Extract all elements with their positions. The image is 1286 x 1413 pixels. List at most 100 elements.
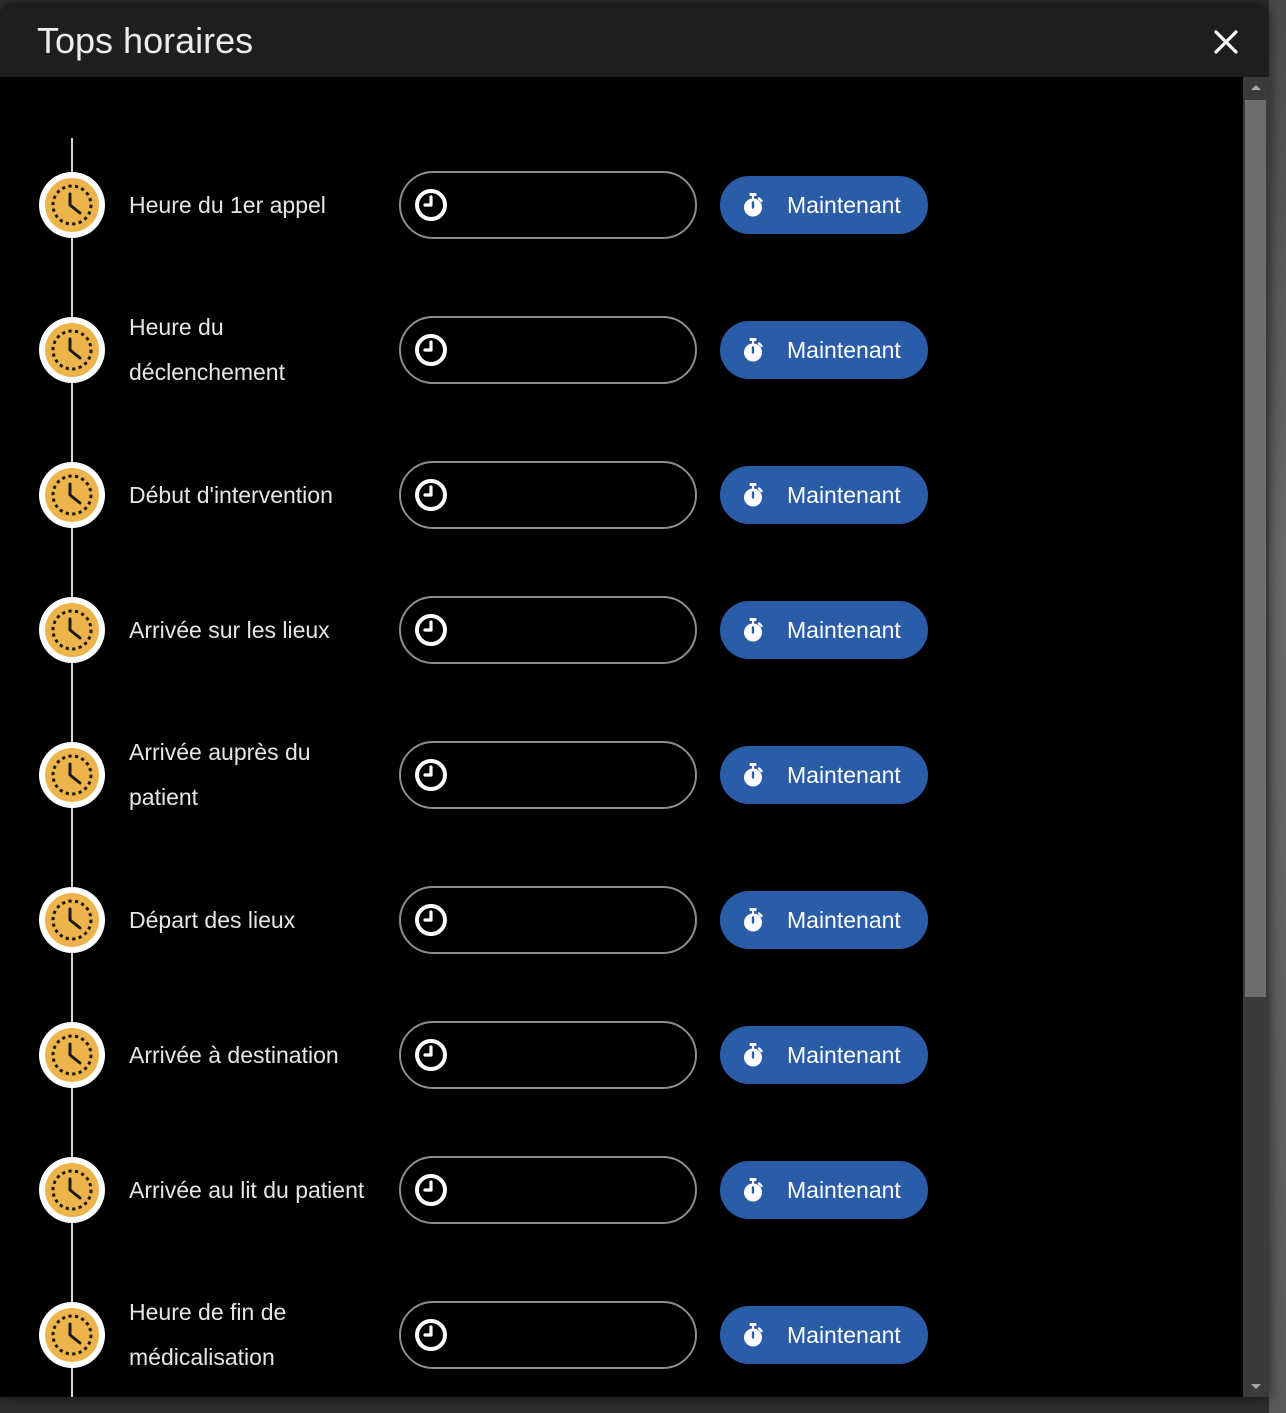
now-button-label: Maintenant	[787, 191, 901, 218]
timeline-clock-icon	[39, 887, 105, 953]
time-step-label: Heure du 1er appel	[129, 191, 326, 218]
timeline-clock-icon	[39, 1157, 105, 1223]
dialog-title: Tops horaires	[37, 20, 254, 61]
clock-icon-graphic	[415, 1039, 447, 1071]
clock-icon-graphic	[415, 479, 447, 511]
clock-icon	[39, 887, 105, 953]
time-step-row: Heure de fin de médicalisation Maintenant	[0, 1258, 1240, 1397]
clock-icon[interactable]	[414, 613, 448, 647]
time-input[interactable]	[461, 463, 671, 527]
time-input-field[interactable]	[399, 886, 697, 954]
clock-icon[interactable]	[414, 478, 448, 512]
timeline-clock-icon	[39, 462, 105, 528]
time-step-row: Arrivée sur les lieux Maintenant	[0, 563, 1240, 698]
clock-icon[interactable]	[414, 903, 448, 937]
now-button-label: Maintenant	[787, 906, 901, 933]
time-input-field[interactable]	[399, 461, 697, 529]
clock-icon	[39, 1157, 105, 1223]
stopwatch-icon	[742, 763, 764, 787]
time-step-label: Début d'intervention	[129, 481, 333, 508]
time-step-label: Arrivée au lit du patient	[129, 1176, 365, 1203]
time-input-field[interactable]	[399, 596, 697, 664]
time-step-row: Heure du 1er appel Maintenant	[0, 138, 1240, 273]
time-input[interactable]	[461, 1303, 671, 1367]
now-button[interactable]: Maintenant	[720, 746, 928, 804]
stopwatch-icon-graphic	[744, 193, 763, 217]
time-input-field[interactable]	[399, 171, 697, 239]
stopwatch-icon-graphic	[744, 483, 763, 507]
timeline-clock-icon	[39, 317, 105, 383]
time-input-field[interactable]	[399, 316, 697, 384]
now-button[interactable]: Maintenant	[720, 466, 928, 524]
time-input[interactable]	[461, 598, 671, 662]
clock-icon	[39, 597, 105, 663]
stopwatch-icon-graphic	[744, 338, 763, 362]
stopwatch-icon-graphic	[744, 763, 763, 787]
scroll-up-arrow[interactable]	[1243, 77, 1269, 99]
clock-icon[interactable]	[414, 1038, 448, 1072]
clock-icon	[39, 172, 105, 238]
scrollbar-thumb[interactable]	[1245, 100, 1266, 997]
time-step-row: Départ des lieux Maintenant	[0, 853, 1240, 988]
vertical-scrollbar[interactable]	[1243, 77, 1269, 1397]
time-step-row: Arrivée au lit du patient Maintenant	[0, 1123, 1240, 1258]
clock-icon[interactable]	[414, 188, 448, 222]
stopwatch-icon-graphic	[744, 618, 763, 642]
stopwatch-icon	[742, 483, 764, 507]
stopwatch-icon-graphic	[744, 908, 763, 932]
time-step-row: Arrivée à destination Maintenant	[0, 988, 1240, 1123]
time-input[interactable]	[461, 318, 671, 382]
clock-icon-graphic	[415, 759, 447, 791]
stopwatch-icon	[742, 338, 764, 362]
clock-icon-graphic	[415, 189, 447, 221]
time-step-label: Départ des lieux	[129, 906, 296, 933]
now-button[interactable]: Maintenant	[720, 1306, 928, 1364]
now-button[interactable]: Maintenant	[720, 1026, 928, 1084]
time-step-label: Arrivée auprès du patient	[129, 739, 311, 810]
timeline-clock-icon	[39, 742, 105, 808]
time-step-row: Début d'intervention Maintenant	[0, 428, 1240, 563]
scroll-down-arrow[interactable]	[1243, 1375, 1269, 1397]
clock-icon	[39, 1302, 105, 1368]
page-backdrop	[1269, 0, 1286, 1413]
now-button-label: Maintenant	[787, 1041, 901, 1068]
stopwatch-icon	[742, 1178, 764, 1202]
clock-icon	[39, 317, 105, 383]
now-button[interactable]: Maintenant	[720, 601, 928, 659]
time-step-label: Arrivée sur les lieux	[129, 616, 330, 643]
stopwatch-icon	[742, 618, 764, 642]
clock-icon-graphic	[415, 904, 447, 936]
time-input[interactable]	[461, 173, 671, 237]
now-button-label: Maintenant	[787, 761, 901, 788]
stopwatch-icon-graphic	[744, 1043, 763, 1067]
close-button[interactable]	[1210, 26, 1242, 58]
now-button[interactable]: Maintenant	[720, 1161, 928, 1219]
now-button[interactable]: Maintenant	[720, 321, 928, 379]
stopwatch-icon	[742, 193, 764, 217]
time-input-field[interactable]	[399, 1021, 697, 1089]
time-input-field[interactable]	[399, 1301, 697, 1369]
tops-horaires-dialog: Tops horaires Heure du 1er appel Maintena…	[0, 4, 1269, 1397]
time-step-label: Heure de fin de médicalisation	[129, 1299, 287, 1370]
time-input[interactable]	[461, 743, 671, 807]
time-input-field[interactable]	[399, 1156, 697, 1224]
now-button-label: Maintenant	[787, 336, 901, 363]
time-input-field[interactable]	[399, 741, 697, 809]
now-button-label: Maintenant	[787, 616, 901, 643]
clock-icon[interactable]	[414, 1173, 448, 1207]
time-input[interactable]	[461, 1158, 671, 1222]
timeline-clock-icon	[39, 1302, 105, 1368]
time-input[interactable]	[461, 888, 671, 952]
now-button[interactable]: Maintenant	[720, 176, 928, 234]
now-button-label: Maintenant	[787, 481, 901, 508]
now-button[interactable]: Maintenant	[720, 891, 928, 949]
time-step-row: Arrivée auprès du patient Maintenant	[0, 698, 1240, 853]
clock-icon[interactable]	[414, 1318, 448, 1352]
clock-icon-graphic	[415, 1319, 447, 1351]
time-input[interactable]	[461, 1023, 671, 1087]
clock-icon[interactable]	[414, 333, 448, 367]
clock-icon	[39, 1022, 105, 1088]
stopwatch-icon	[742, 908, 764, 932]
clock-icon[interactable]	[414, 758, 448, 792]
close-icon	[1214, 30, 1238, 54]
